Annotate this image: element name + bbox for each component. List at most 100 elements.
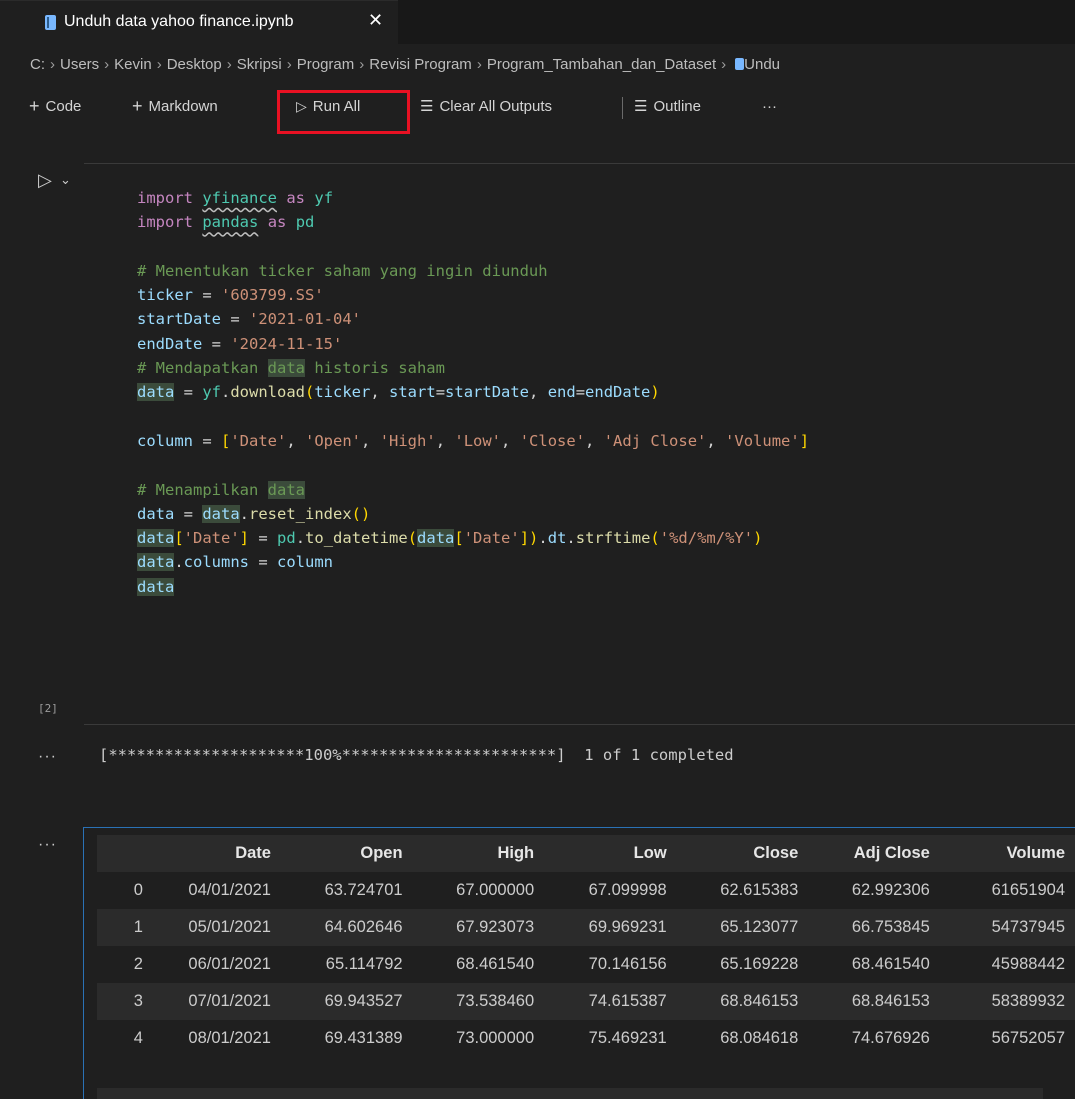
chevron-right-icon: › [286,56,292,73]
execution-count: [2] [38,702,58,715]
chevron-right-icon: › [359,56,365,73]
breadcrumb-item[interactable]: Desktop [167,56,222,73]
chevron-right-icon: › [156,56,162,73]
table-cell: 73.000000 [456,1029,535,1047]
run-all-highlight-box [277,90,410,134]
add-code-button[interactable]: + Code [29,88,81,124]
code-line: column = ['Date', 'Open', 'High', 'Low',… [137,431,810,450]
table-cell: 62.615383 [720,881,799,899]
table-row: 2 06/01/2021 65.114792 68.461540 70.146156 65… [97,946,1075,983]
table-cell: 54737945 [991,918,1065,936]
table-row: 1 05/01/2021 64.602646 67.923073 69.969231 65… [97,909,1075,946]
table-cell: 74.615387 [588,992,667,1010]
table-cell: 68.084618 [720,1029,799,1047]
add-markdown-button[interactable]: + Markdown [132,88,218,124]
run-cell-icon[interactable]: ▷ [38,170,52,191]
code-line: data = data.reset_index() [137,504,371,523]
code-line: # Menentukan ticker saham yang ingin diu… [137,261,548,280]
table-cell: 75.469231 [588,1029,667,1047]
breadcrumb-item[interactable]: Undu [744,56,780,73]
table-cell: 05/01/2021 [188,918,271,936]
table-cell: 65.114792 [325,955,403,973]
close-icon[interactable]: ✕ [368,10,383,31]
download-progress-text: [*********************100%**************… [99,746,734,764]
chevron-right-icon: › [226,56,232,73]
code-line: startDate = '2021-01-04' [137,310,361,329]
table-cell: 67.000000 [456,881,535,899]
row-index: 2 [133,955,143,973]
column-header: Date [235,844,271,862]
table-overflow-row [97,1088,1043,1099]
more-actions-button[interactable]: ··· [762,88,777,124]
code-line: endDate = '2024-11-15' [137,334,343,353]
tab-title: Unduh data yahoo finance.ipynb [64,13,294,30]
code-line: # Mendapatkan data historis saham [137,359,445,378]
editor-tab-bar: Unduh data yahoo finance.ipynb ✕ [0,0,1075,44]
notebook-file-icon [735,58,745,70]
breadcrumb-item[interactable]: Users [60,56,99,73]
breadcrumb-item[interactable]: Program [297,56,355,73]
table-cell: 68.846153 [720,992,799,1010]
code-line: data.columns = column [137,553,333,572]
table-row: 4 08/01/2021 69.431389 73.000000 75.469231 68… [97,1020,1075,1057]
column-header: High [497,844,535,862]
table-cell: 65.169228 [720,955,799,973]
clear-all-icon: ☰ [420,98,434,115]
breadcrumb-item[interactable]: Skripsi [237,56,282,73]
breadcrumb-item[interactable]: Kevin [114,56,152,73]
table-header-row: Date Open High Low Close Adj Close Volume [97,835,1075,872]
table-cell: 61651904 [991,881,1065,899]
code-line: # Menampilkan data [137,480,305,499]
table-cell: 58389932 [991,992,1065,1010]
code-line: data['Date'] = pd.to_datetime(data['Date… [137,529,763,548]
table-cell: 67.923073 [456,918,535,936]
output-actions-icon[interactable]: ··· [38,748,57,766]
column-header: Volume [1006,844,1065,862]
column-header [97,835,153,872]
code-line: import yfinance as yf [137,189,334,207]
outline-button[interactable]: ☰ Outline [634,88,701,124]
breadcrumb-item[interactable]: Program_Tambahan_dan_Dataset [487,56,716,73]
tab-notebook[interactable]: Unduh data yahoo finance.ipynb ✕ [0,0,398,44]
table-row: 0 04/01/2021 63.724701 67.000000 67.099998 62… [97,872,1075,909]
row-index: 4 [133,1029,143,1047]
output-actions-icon[interactable]: ··· [38,836,57,854]
column-header: Adj Close [853,844,930,862]
table-cell: 06/01/2021 [188,955,271,973]
notebook-toolbar: + Code + Markdown ▷ Run All ☰ Clear All Outp… [0,88,1075,128]
plus-icon: + [29,95,40,116]
breadcrumb-item[interactable]: Revisi Program [369,56,472,73]
table-cell: 63.724701 [324,881,403,899]
code-editor[interactable]: import yfinance as yf import pandas as pd… [137,186,809,599]
table-cell: 74.676926 [851,1029,930,1047]
toolbar-divider [622,97,623,119]
row-index: 0 [133,881,143,899]
row-index: 3 [133,992,143,1010]
table-cell: 65.123077 [720,918,799,936]
code-line: data [137,577,175,596]
column-header: Low [633,844,667,862]
table-cell: 08/01/2021 [188,1029,271,1047]
chevron-right-icon: › [721,56,727,73]
code-line: import pandas as pd [137,213,315,232]
code-line: ticker = '603799.SS' [137,286,324,305]
notebook-file-icon [45,15,56,30]
table-cell: 69.943527 [324,992,403,1010]
column-header: Open [360,844,403,862]
table-cell: 69.969231 [588,918,667,936]
table-cell: 45988442 [991,955,1065,973]
table-cell: 69.431389 [324,1029,403,1047]
table-cell: 73.538460 [456,992,535,1010]
chevron-right-icon: › [476,56,482,73]
table-cell: 68.846153 [851,992,930,1010]
code-line: data = yf.download(ticker, start=startDa… [137,383,660,402]
chevron-right-icon: › [104,56,110,73]
clear-all-outputs-button[interactable]: ☰ Clear All Outputs [420,88,552,124]
table-row: 3 07/01/2021 69.943527 73.538460 74.615387 68… [97,983,1075,1020]
breadcrumb-item[interactable]: C: [30,56,45,73]
table-cell: 66.753845 [851,918,930,936]
chevron-down-icon[interactable]: ⌄ [60,172,71,188]
